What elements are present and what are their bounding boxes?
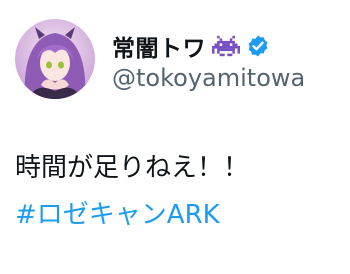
space-invader-icon — [212, 35, 240, 57]
author-name-row: 常闇トワ — [112, 30, 270, 62]
verified-badge-icon — [246, 34, 270, 58]
display-name[interactable]: 常闇トワ — [112, 29, 206, 63]
avatar[interactable] — [15, 19, 95, 99]
tweet-card: 常闇トワ @tokoyamitowa 時間が足りねえ！！ #ロゼキャンARK — [0, 0, 350, 274]
author-handle[interactable]: @tokoyamitowa — [112, 64, 305, 92]
tweet-text: 時間が足りねえ！！ #ロゼキャンARK — [15, 145, 249, 239]
hashtag-link[interactable]: #ロゼキャンARK — [15, 192, 249, 239]
tweet-body: 時間が足りねえ！！ — [15, 153, 250, 183]
